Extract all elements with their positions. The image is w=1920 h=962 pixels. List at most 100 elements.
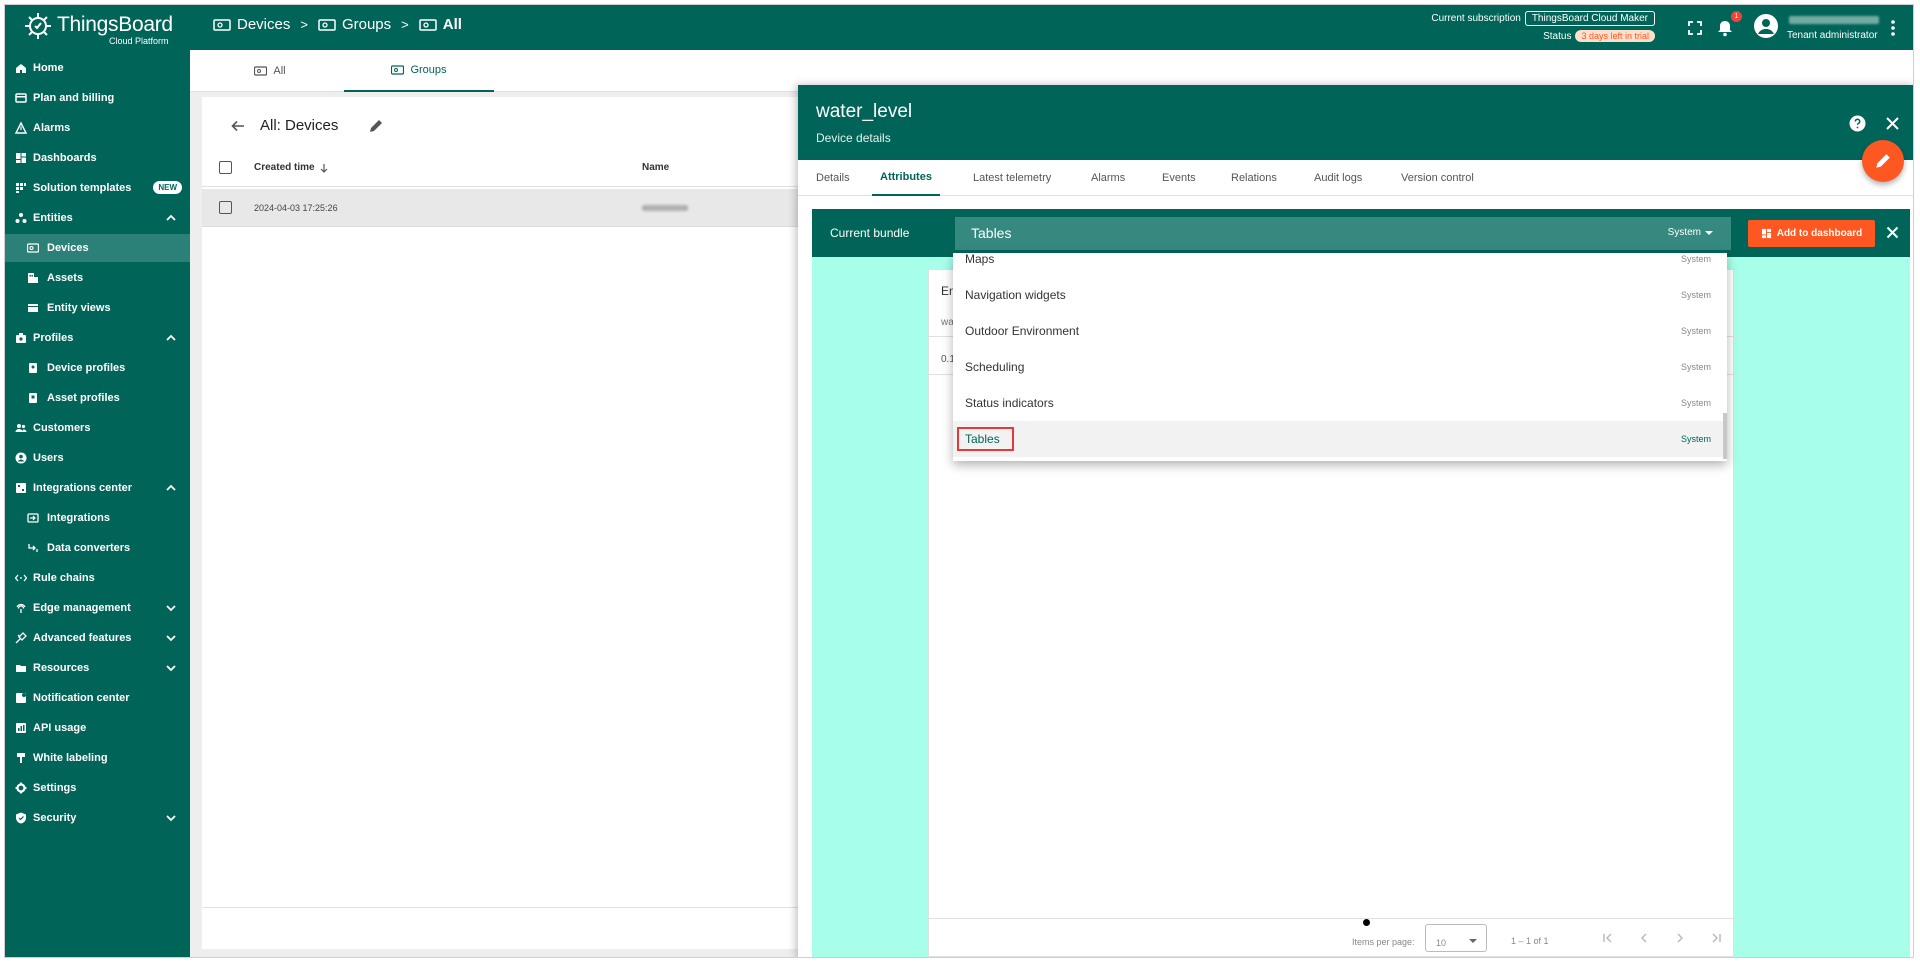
sidebar-item-edge-management[interactable]: Edge management <box>5 594 190 622</box>
user-role: Tenant administrator <box>1787 30 1878 41</box>
sidebar-item-plan-billing[interactable]: Plan and billing <box>5 84 190 112</box>
sidebar-item-label: Device profiles <box>47 362 126 374</box>
tab-events[interactable]: Events <box>1162 160 1196 196</box>
pagination-range: 1 – 1 of 1 <box>1511 936 1549 946</box>
list-item[interactable]: Navigation widgets System <box>953 277 1727 313</box>
tab-relations[interactable]: Relations <box>1231 160 1277 196</box>
previous-page-icon[interactable] <box>1637 932 1651 944</box>
sidebar-item-label: Data converters <box>47 542 131 554</box>
sidebar-item-settings[interactable]: Settings <box>5 774 190 802</box>
items-per-page-select[interactable]: 10 <box>1425 924 1487 952</box>
dashboards-icon <box>16 153 26 163</box>
bundle-option-scope: System <box>1680 362 1711 372</box>
details-tabs: Details Attributes Latest telemetry Alar… <box>798 160 1913 196</box>
sidebar-item-label: Advanced features <box>33 632 132 644</box>
sidebar-item-advanced-features[interactable]: Advanced features <box>5 624 190 652</box>
sidebar-item-users[interactable]: Users <box>5 444 190 472</box>
sidebar-item-dashboards[interactable]: Dashboards <box>5 144 190 172</box>
list-item-selected[interactable]: Tables System <box>953 421 1727 457</box>
list-item[interactable]: Status indicators System <box>953 385 1727 421</box>
notifications-bell-icon[interactable] <box>1715 18 1735 38</box>
tab-attributes[interactable]: Attributes <box>872 160 940 196</box>
sidebar-item-security[interactable]: Security <box>5 804 190 832</box>
chevron-down-icon <box>166 635 176 642</box>
advanced-icon <box>15 632 27 644</box>
sidebar-item-label: Resources <box>33 662 90 674</box>
bundle-option-label: Outdoor Environment <box>965 324 1080 338</box>
breadcrumb-devices[interactable]: Devices <box>213 16 290 33</box>
bundle-scope: System <box>1668 227 1713 238</box>
breadcrumb-groups[interactable]: Groups <box>318 16 391 33</box>
top-bar: ThingsBoard Cloud Platform Devices > Gro… <box>5 5 1913 50</box>
column-created-time[interactable]: Created time <box>254 162 329 173</box>
subscription-plan[interactable]: ThingsBoard Cloud Maker <box>1524 10 1655 26</box>
profiles-icon <box>16 333 26 343</box>
sidebar-item-device-profiles[interactable]: Device profiles <box>5 354 190 382</box>
tab-audit-logs[interactable]: Audit logs <box>1314 160 1362 196</box>
more-vert-icon[interactable] <box>1883 18 1903 38</box>
tab-latest-telemetry[interactable]: Latest telemetry <box>973 160 1051 196</box>
sidebar-item-label: Solution templates <box>33 182 132 194</box>
row-created-time: 2024-04-03 17:25:26 <box>254 203 338 213</box>
sidebar-item-label: Entities <box>33 212 73 224</box>
table-header: Created time Name <box>202 149 802 187</box>
sidebar-item-entity-views[interactable]: Entity views <box>5 294 190 322</box>
sidebar-item-notification-center[interactable]: Notification center <box>5 684 190 712</box>
add-to-dashboard-button[interactable]: Add to dashboard <box>1748 220 1875 247</box>
select-all-checkbox[interactable] <box>219 161 232 174</box>
sidebar-item-white-labeling[interactable]: White labeling <box>5 744 190 772</box>
help-icon[interactable] <box>1849 115 1866 132</box>
notifications-count-badge: 1 <box>1731 11 1742 22</box>
last-page-icon[interactable] <box>1709 932 1723 944</box>
fullscreen-icon[interactable] <box>1685 18 1705 38</box>
tab-version-control[interactable]: Version control <box>1401 160 1474 196</box>
details-header: water_level Device details <box>798 85 1913 160</box>
first-page-icon[interactable] <box>1601 932 1615 944</box>
sidebar-item-label: White labeling <box>33 752 108 764</box>
table-row[interactable]: 2024-04-03 17:25:26 <box>202 189 802 227</box>
tab-alarms[interactable]: Alarms <box>1091 160 1125 196</box>
devices-icon <box>254 66 268 76</box>
sidebar-item-entities[interactable]: Entities <box>5 204 190 232</box>
sidebar-item-devices[interactable]: Devices <box>5 234 190 262</box>
next-page-icon[interactable] <box>1673 932 1687 944</box>
sidebar-item-api-usage[interactable]: API usage <box>5 714 190 742</box>
tab-all[interactable]: All <box>220 50 320 92</box>
list-item[interactable]: Outdoor Environment System <box>953 313 1727 349</box>
list-footer-divider <box>202 907 802 908</box>
list-item[interactable]: Maps System <box>953 241 1727 277</box>
close-icon[interactable] <box>1885 116 1900 131</box>
scrollbar[interactable] <box>1723 413 1727 459</box>
new-badge: NEW <box>153 181 182 194</box>
sidebar-item-alarms[interactable]: Alarms <box>5 114 190 142</box>
sidebar-item-integrations[interactable]: Integrations <box>5 504 190 532</box>
sidebar-item-customers[interactable]: Customers <box>5 414 190 442</box>
sidebar-item-home[interactable]: Home <box>5 54 190 82</box>
bundle-option-scope: System <box>1680 290 1711 300</box>
arrow-back-icon[interactable] <box>230 118 246 134</box>
data-converters-icon <box>28 544 38 552</box>
tab-details[interactable]: Details <box>816 160 850 196</box>
logo-subtitle: Cloud Platform <box>109 36 169 46</box>
devices-icon <box>391 65 405 75</box>
sidebar-item-data-converters[interactable]: Data converters <box>5 534 190 562</box>
sidebar-item-resources[interactable]: Resources <box>5 654 190 682</box>
sidebar-item-profiles[interactable]: Profiles <box>5 324 190 352</box>
breadcrumb: Devices > Groups > All <box>213 16 462 33</box>
subscription-info: Current subscription ThingsBoard Cloud M… <box>1415 10 1655 46</box>
logo[interactable]: ThingsBoard Cloud Platform <box>23 11 183 46</box>
sidebar-item-label: Profiles <box>33 332 74 344</box>
sidebar-item-solution-templates[interactable]: Solution templates NEW <box>5 174 190 202</box>
sidebar-item-assets[interactable]: Assets <box>5 264 190 292</box>
column-name[interactable]: Name <box>642 162 669 173</box>
tab-groups[interactable]: Groups <box>344 50 494 92</box>
bundle-option-scope: System <box>1680 398 1711 408</box>
sidebar-item-rule-chains[interactable]: Rule chains <box>5 564 190 592</box>
edit-pencil-icon[interactable] <box>368 118 384 134</box>
row-checkbox[interactable] <box>219 201 232 214</box>
chevron-up-icon <box>166 484 176 491</box>
list-item[interactable]: Scheduling System <box>953 349 1727 385</box>
sidebar-item-asset-profiles[interactable]: Asset profiles <box>5 384 190 412</box>
close-icon[interactable] <box>1886 226 1899 239</box>
sidebar-item-integrations-center[interactable]: Integrations center <box>5 474 190 502</box>
